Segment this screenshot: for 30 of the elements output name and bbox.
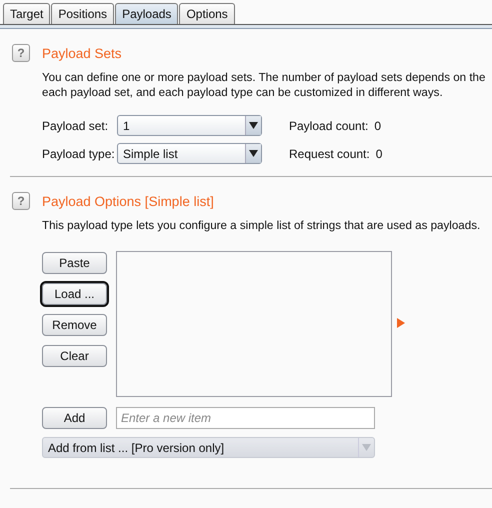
new-item-field[interactable]: Enter a new item [116,407,375,429]
count-label: Request count: [289,146,370,160]
payload-list[interactable] [116,251,392,397]
tab[interactable]: Options [179,3,235,24]
section-title: Payload Sets [42,46,122,60]
help-icon[interactable]: ? [12,44,30,62]
list-button[interactable]: Load ... [42,283,107,305]
list-button[interactable]: Remove [42,314,107,336]
count-value: 0 [374,118,382,132]
description-text: This payload type lets you configure a simple list of strings that are used as payloads. [42,218,482,233]
help-icon[interactable]: ? [12,192,30,210]
tab[interactable]: Positions [51,3,114,24]
triangle-marker-icon [397,318,405,328]
tab[interactable]: Payloads [115,3,178,24]
dropdown-arrow-icon [249,150,258,157]
list-button[interactable]: Clear [42,345,107,367]
count-value: 0 [376,146,382,160]
description-text: You can define one or more payload sets. The number of payload sets depends on the [42,70,486,85]
description-text: each payload set, and each payload type can be customized in different ways. [42,85,444,100]
dropdown[interactable]: 1 [117,115,262,136]
add-button[interactable]: Add [42,407,107,429]
count-label: Payload count: [289,118,368,132]
tab[interactable]: Target [3,3,50,24]
list-button[interactable]: Paste [42,252,107,274]
field-label: Payload set: [42,118,110,132]
section-title: Payload Options [Simple list] [42,194,214,208]
dropdown-arrow-icon [249,122,258,129]
field-label: Payload type: [42,146,116,160]
dropdown[interactable]: Simple list [117,143,262,164]
dropdown-arrow-icon [362,444,371,451]
